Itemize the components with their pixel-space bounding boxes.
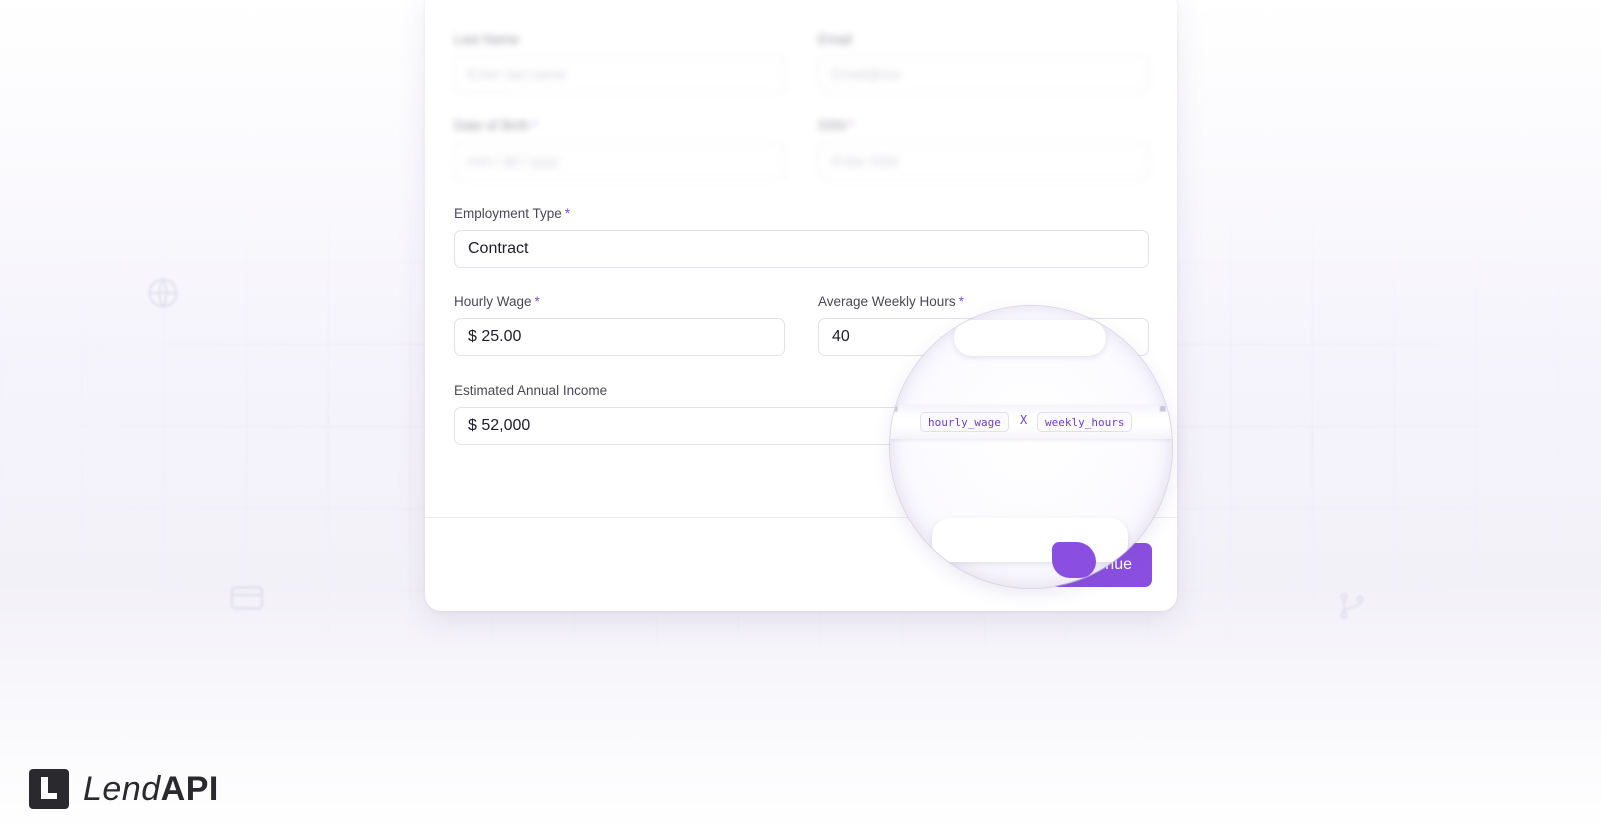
last-name-field[interactable]: Enter last name — [454, 55, 785, 93]
magnified-button-shadow — [932, 518, 1128, 562]
git-branch-icon — [1340, 593, 1364, 619]
email-label: Email — [818, 32, 852, 47]
formula-weekly-hours-chip: weekly_hours — [1037, 412, 1133, 432]
magnified-hours-field — [954, 320, 1106, 356]
employment-type-field[interactable]: Contract — [454, 230, 1149, 268]
magnified-button-fragment — [1052, 542, 1096, 578]
lendapi-wordmark: LendAPI — [83, 769, 219, 808]
lendapi-logo: LendAPI — [29, 769, 219, 809]
employment-type-label: Employment Type * — [454, 206, 571, 221]
email-field[interactable]: Email@me — [818, 55, 1149, 93]
formula-edge-right: ▦ — [1160, 404, 1166, 414]
formula-hourly-wage-chip: hourly_wage — [920, 412, 1009, 432]
dob-label: Date of Birth * — [454, 118, 538, 133]
hourly-wage-field[interactable]: $ 25.00 — [454, 318, 785, 356]
dob-field[interactable]: mm / dd / yyyy — [454, 142, 785, 180]
ssn-field[interactable]: Enter SSN — [818, 142, 1149, 180]
weekly-hours-label: Average Weekly Hours * — [818, 294, 964, 309]
globe-icon — [148, 278, 178, 308]
lendapi-logo-mark — [29, 769, 69, 809]
card-icon — [230, 586, 264, 610]
annual-income-label: Estimated Annual Income — [454, 383, 608, 398]
formula-magnifier: ▦ ▦ hourly_wage X weekly_hours — [890, 306, 1172, 588]
formula-edge-left: ▦ — [892, 404, 898, 414]
ssn-label: SSN * — [818, 118, 855, 133]
formula-multiply-operator: X — [1020, 413, 1028, 427]
hourly-wage-label: Hourly Wage * — [454, 294, 540, 309]
blurred-previous-fields: Last Name Enter last name Email Email@me… — [425, 0, 1177, 190]
last-name-label: Last Name — [454, 32, 520, 47]
